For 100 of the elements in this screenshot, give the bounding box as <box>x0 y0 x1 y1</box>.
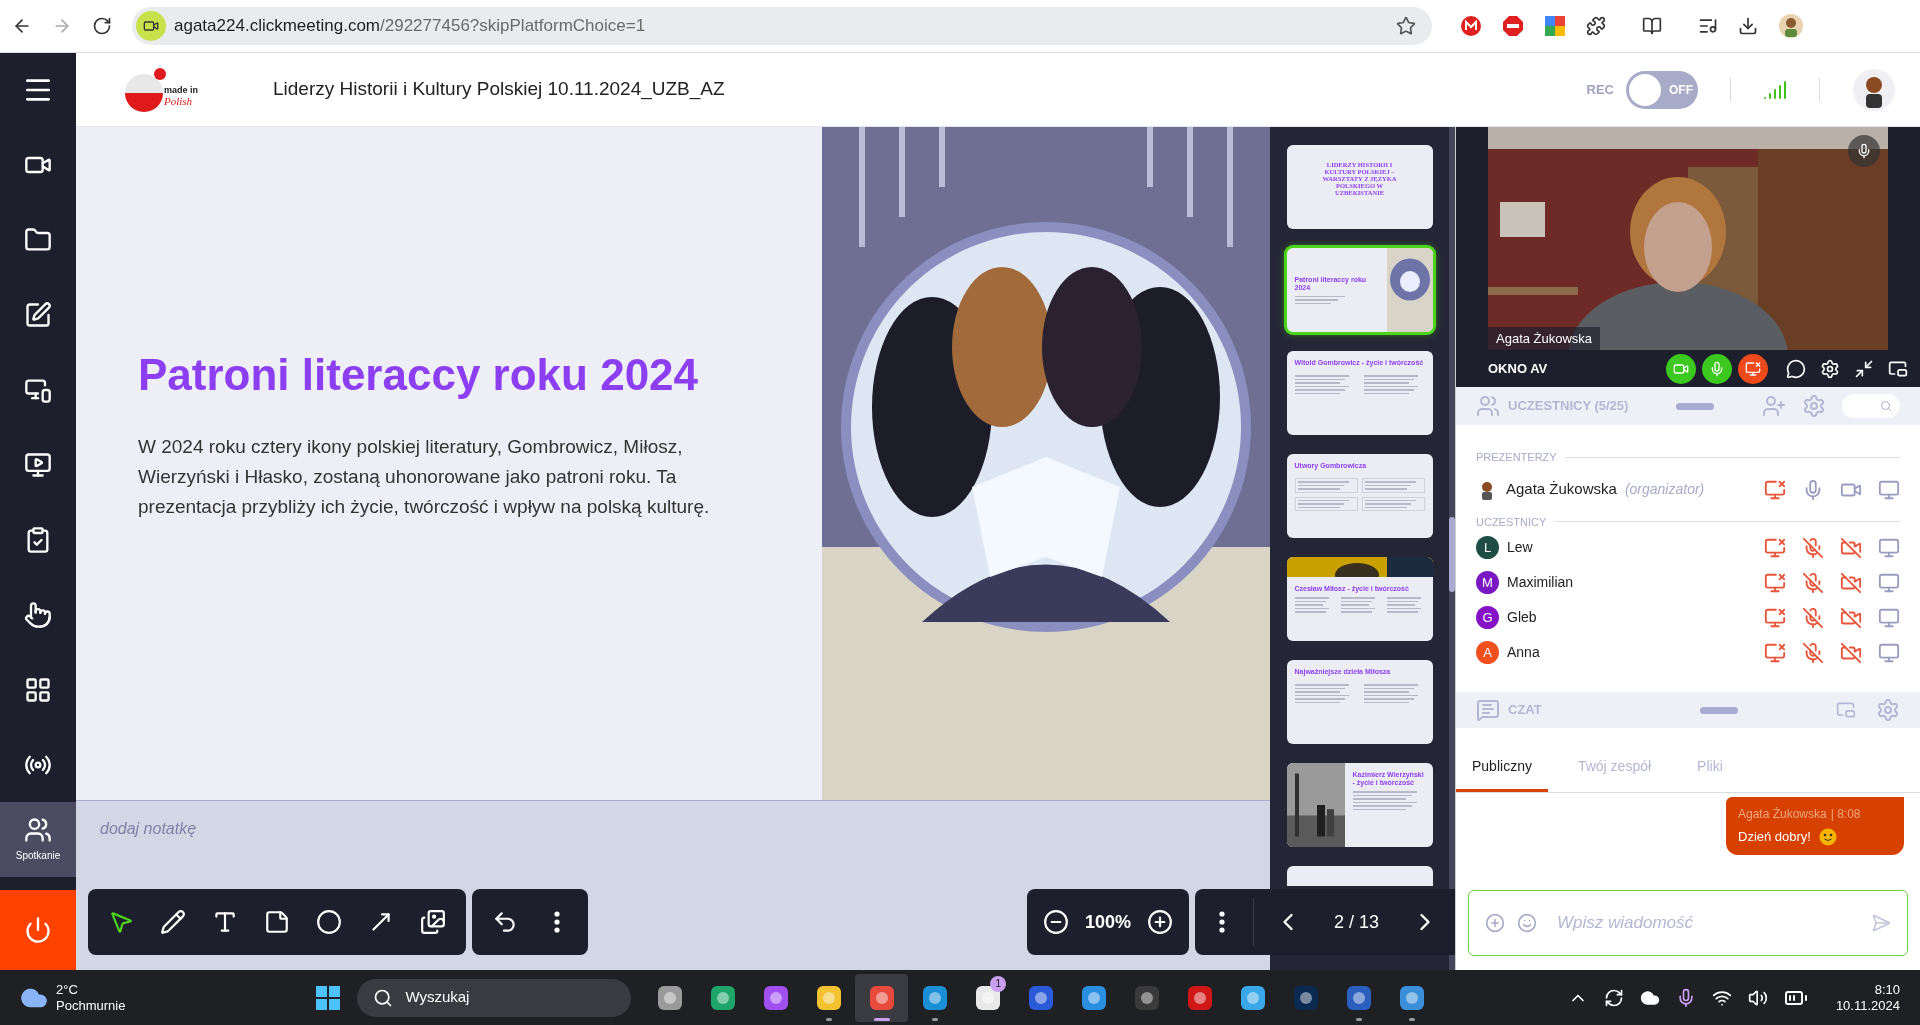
video-name-label: Agata Żukowska <box>1488 326 1601 350</box>
text-icon <box>212 909 238 935</box>
sync-icon[interactable] <box>1603 987 1624 1008</box>
section-label: PREZENTERZY <box>1476 450 1557 465</box>
logo-text: Polish <box>164 95 194 107</box>
notes-placeholder: dodaj notatkę <box>100 820 197 837</box>
camera-button[interactable] <box>1666 353 1696 384</box>
settings-icon[interactable] <box>1820 358 1840 379</box>
screen-share-button[interactable] <box>1738 353 1768 384</box>
weather-temperature: 2°C <box>56 981 79 998</box>
meeting-title: Liderzy Historii i Kultury Polskiej 10.11.2024_UZB_AZ <box>273 77 725 102</box>
zoom-out-button[interactable] <box>1042 909 1069 935</box>
pencil-icon <box>160 909 186 935</box>
url-text: agata224.clickmeeting.com/292277456?skipPlatformChoice=1 <box>174 15 646 38</box>
participant-role: (organizator) <box>1624 480 1705 499</box>
slide-thumbnail[interactable] <box>1286 866 1433 886</box>
volume-icon[interactable] <box>1747 987 1768 1008</box>
avatar-initial: A <box>1476 641 1499 664</box>
taskbar-app[interactable] <box>855 973 909 1022</box>
avatar-initial: G <box>1476 606 1499 629</box>
people-icon <box>1476 394 1500 418</box>
message-time: | 8:08 <box>1830 806 1861 823</box>
grid-icon <box>24 675 52 704</box>
tool-button[interactable] <box>316 909 342 935</box>
tool-button[interactable] <box>212 909 238 935</box>
stop-sign-icon[interactable] <box>1502 15 1524 37</box>
drag-handle[interactable] <box>1699 706 1738 714</box>
notification-badge: 1 <box>990 975 1007 992</box>
smiley-icon <box>1819 827 1837 846</box>
participants-title: UCZESTNICY (5/25) <box>1508 397 1629 416</box>
participant-name: Agata Żukowska <box>1506 479 1617 500</box>
chat-icon <box>1476 698 1500 722</box>
monitor-icon <box>1878 478 1900 501</box>
tool-button[interactable] <box>108 909 134 935</box>
weather-condition: Pochmurnie <box>56 997 126 1014</box>
screen-share-icon <box>1745 360 1761 377</box>
section-label: UCZESTNICY <box>1476 514 1547 530</box>
chat-title: CZAT <box>1508 701 1542 720</box>
undo-button[interactable] <box>492 909 518 935</box>
chat-bubble-icon[interactable] <box>1786 358 1806 379</box>
clock-date: 10.11.2024 <box>1835 997 1900 1014</box>
extension-icon[interactable] <box>1460 15 1482 37</box>
extensions-icon[interactable] <box>1586 16 1606 36</box>
reload-icon[interactable] <box>92 16 112 36</box>
tool-button[interactable] <box>420 909 446 935</box>
media-icon[interactable] <box>1698 16 1718 36</box>
monitor-icon <box>1878 641 1900 664</box>
chat-tab[interactable]: Publiczny <box>1456 744 1548 792</box>
avatar-initial: L <box>1476 536 1499 559</box>
more-icon <box>554 911 560 933</box>
search-field[interactable] <box>1842 394 1900 418</box>
logo-text: made in <box>164 84 198 96</box>
monitor-icon <box>1878 571 1900 594</box>
pointer-icon <box>108 909 134 935</box>
image-icon <box>420 909 446 935</box>
microphone-icon <box>1709 360 1725 377</box>
search-icon <box>373 987 394 1008</box>
download-icon[interactable] <box>1738 16 1758 36</box>
zoom-in-icon <box>1146 909 1173 935</box>
slide-title: Patroni literaccy roku 2024 <box>138 348 700 401</box>
microphone-button[interactable] <box>1702 353 1732 384</box>
clock-time: 8:10 <box>1874 981 1900 998</box>
zoom-level: 100% <box>1084 910 1131 934</box>
extension-icon[interactable] <box>1544 15 1566 37</box>
monitor-icon <box>1878 606 1900 629</box>
av-window-title: OKNO AV <box>1488 359 1548 378</box>
edit-icon <box>24 300 52 329</box>
page-indicator: 2 / 13 <box>1332 910 1380 934</box>
message-author: Agata Żukowska <box>1738 806 1827 823</box>
message-text: Dzień dobry! <box>1738 828 1811 846</box>
sidebar-button[interactable]: Spotkanie <box>0 802 76 877</box>
slide-text: W 2024 roku cztery ikony polskiej literatury, Gombrowicz, Miłosz, Wierzyński i Hłasko, zostaną uhonorowane jako patroni roku. Ta prezentacja przybliży ich życie, twórczość i wpływ na polską kulturę. <box>138 434 711 519</box>
zoom-out-icon <box>1042 909 1069 935</box>
taskbar-app[interactable]: 1 <box>961 973 1015 1022</box>
user-avatar[interactable] <box>1852 67 1896 112</box>
avatar-initial: M <box>1476 571 1499 594</box>
people-icon <box>24 816 52 844</box>
more-icon <box>1218 911 1225 933</box>
play-screen-icon <box>24 450 52 479</box>
tool-button[interactable] <box>264 909 290 935</box>
participant-name: Anna <box>1507 643 1540 662</box>
participant-name: Maximilian <box>1507 573 1574 592</box>
zoom-in-button[interactable] <box>1146 909 1173 935</box>
minimize-icon[interactable] <box>1854 358 1874 379</box>
pointer-icon <box>24 600 52 629</box>
participant-name: Lew <box>1507 538 1533 557</box>
undo-icon <box>492 909 518 935</box>
tool-button[interactable] <box>160 909 186 935</box>
address-bar[interactable]: agata224.clickmeeting.com/292277456?skipPlatformChoice=1 <box>132 7 1432 45</box>
reading-mode-icon[interactable] <box>1642 16 1662 36</box>
drag-handle[interactable] <box>1676 402 1715 410</box>
bookmark-star-icon[interactable] <box>1396 16 1416 36</box>
participant-name: Gleb <box>1507 608 1537 627</box>
profile-avatar[interactable] <box>1778 13 1804 39</box>
rec-label: REC <box>1586 80 1614 99</box>
input-placeholder: Wpisz wiadomość <box>1557 912 1694 935</box>
circle-icon <box>316 909 342 935</box>
note-icon <box>264 909 290 935</box>
taskbar-search[interactable]: Wyszukaj <box>357 978 632 1017</box>
monitor-icon <box>1878 536 1900 559</box>
